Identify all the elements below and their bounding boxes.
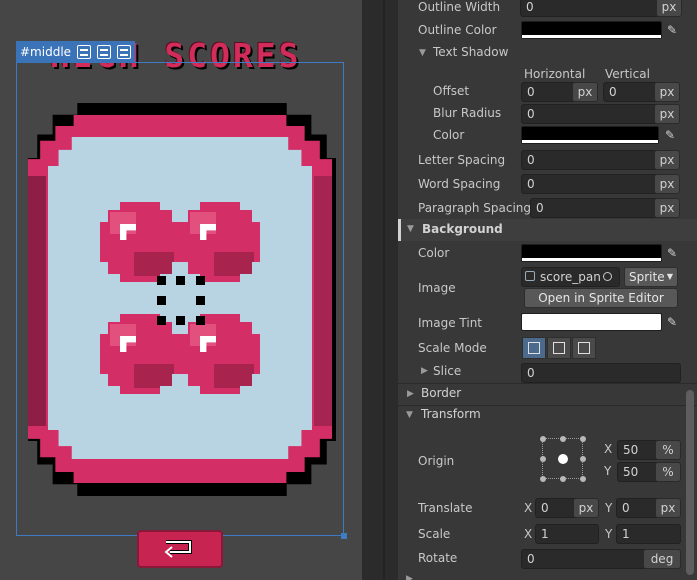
blur-radius-input[interactable]: 0 <box>521 104 661 124</box>
triangle-down-icon[interactable]: ▼ <box>419 48 426 58</box>
word-spacing-input[interactable]: 0 <box>521 174 661 194</box>
triangle-right-icon[interactable]: ▶ <box>421 366 428 376</box>
offset-vertical-input[interactable]: 0 <box>603 82 661 102</box>
translate-x-unit[interactable]: px <box>573 498 599 518</box>
triangle-right-icon: ▶ <box>407 389 414 399</box>
transform-section-label: Transform <box>421 407 481 421</box>
translate-label: Translate <box>418 501 473 515</box>
origin-label: Origin <box>418 454 455 468</box>
inspector-scrollbar[interactable] <box>686 390 694 575</box>
translate-y-unit[interactable]: px <box>655 498 681 518</box>
scale-mode-stretch-button[interactable] <box>522 337 546 359</box>
flex-direction-icon[interactable] <box>77 45 92 59</box>
eyedropper-icon[interactable]: ✎ <box>664 244 680 262</box>
origin-y-label: Y <box>604 464 612 478</box>
paragraph-spacing-unit[interactable]: px <box>654 198 680 218</box>
shadow-color-label: Color <box>433 128 465 142</box>
scale-mode-fit-button[interactable] <box>572 337 596 359</box>
justify-content-icon[interactable] <box>117 45 132 59</box>
offset-vertical-unit[interactable]: px <box>654 82 680 102</box>
origin-x-unit[interactable]: % <box>655 440 681 460</box>
scale-mode-label: Scale Mode <box>418 341 487 355</box>
outline-width-input[interactable]: 0 <box>520 0 660 17</box>
word-spacing-label: Word Spacing <box>418 177 501 191</box>
eyedropper-icon[interactable]: ✎ <box>664 313 680 331</box>
outline-color-label: Outline Color <box>418 23 497 37</box>
image-value: score_pan <box>540 270 601 284</box>
border-section-header[interactable]: ▶ Border <box>398 383 697 405</box>
origin-x-label: X <box>604 442 613 456</box>
word-spacing-unit[interactable]: px <box>654 174 680 194</box>
image-tint-swatch[interactable] <box>521 313 662 331</box>
shadow-color-swatch[interactable] <box>521 126 659 144</box>
slice-input[interactable]: 0 <box>521 363 681 383</box>
selection-tag[interactable]: #middle <box>16 41 136 63</box>
scale-x-input[interactable]: 1 <box>535 524 599 544</box>
selection-outline[interactable] <box>16 62 344 536</box>
origin-picker[interactable] <box>540 436 586 482</box>
splitter-line <box>383 0 385 580</box>
scale-y-label: Y <box>605 527 613 541</box>
outline-width-label: Outline Width <box>418 0 501 14</box>
eyedropper-icon[interactable]: ✎ <box>664 21 680 39</box>
image-tint-label: Image Tint <box>418 316 483 330</box>
chevron-down-icon: ▼ <box>666 272 673 281</box>
scale-x-label: X <box>524 527 533 541</box>
transform-section-header[interactable]: ▼ Transform <box>398 404 697 426</box>
letter-spacing-input[interactable]: 0 <box>521 150 661 170</box>
rotate-label: Rotate <box>418 551 458 565</box>
back-button[interactable] <box>137 530 223 568</box>
image-type-value: Sprite <box>629 270 665 284</box>
bg-color-swatch[interactable] <box>521 244 662 262</box>
background-section-header[interactable]: ▼ Background <box>398 219 697 241</box>
offset-horizontal-unit[interactable]: px <box>572 82 598 102</box>
resize-handle[interactable] <box>341 533 347 539</box>
eyedropper-icon[interactable]: ✎ <box>662 126 678 144</box>
rotate-unit[interactable]: deg <box>643 549 681 569</box>
background-section-label: Background <box>422 222 503 236</box>
origin-y-unit[interactable]: % <box>655 462 681 482</box>
paragraph-spacing-label: Paragraph Spacing <box>418 201 532 215</box>
paragraph-spacing-input[interactable]: 0 <box>530 198 661 218</box>
letter-spacing-unit[interactable]: px <box>654 150 680 170</box>
panel-splitter[interactable] <box>362 0 398 580</box>
text-shadow-label[interactable]: Text Shadow <box>433 45 508 59</box>
scale-label: Scale <box>418 527 451 541</box>
return-arrow-icon <box>164 540 192 558</box>
horizontal-header: Horizontal <box>524 67 586 81</box>
triangle-right-icon[interactable]: ▶ <box>406 574 413 580</box>
origin-center-dot <box>558 454 568 464</box>
slice-label: Slice <box>433 364 462 378</box>
scale-y-input[interactable]: 1 <box>616 524 681 544</box>
target-icon[interactable] <box>603 272 612 281</box>
image-type-dropdown[interactable]: Sprite ▼ <box>624 267 678 287</box>
letter-spacing-label: Letter Spacing <box>418 153 506 167</box>
align-items-icon[interactable] <box>97 45 112 59</box>
sprite-asset-icon <box>525 271 535 281</box>
translate-y-label: Y <box>605 501 613 515</box>
open-sprite-editor-button[interactable]: Open in Sprite Editor <box>524 288 678 308</box>
image-label: Image <box>418 281 456 295</box>
blur-radius-label: Blur Radius <box>433 106 502 120</box>
scale-mode-crop-button[interactable] <box>547 337 571 359</box>
selection-tag-label: #middle <box>20 45 72 59</box>
blur-radius-unit[interactable]: px <box>654 104 680 124</box>
outline-color-swatch[interactable] <box>521 21 662 39</box>
canvas-viewport[interactable]: HIGH SCORES #middle <box>0 0 362 580</box>
outline-width-unit[interactable]: px <box>656 0 682 17</box>
offset-label: Offset <box>433 84 470 98</box>
bg-color-label: Color <box>418 246 450 260</box>
vertical-header: Vertical <box>605 67 650 81</box>
translate-x-label: X <box>524 501 533 515</box>
triangle-down-icon: ▼ <box>406 410 413 420</box>
rotate-input[interactable]: 0 <box>521 549 661 569</box>
triangle-down-icon: ▼ <box>407 224 414 234</box>
border-section-label: Border <box>421 386 462 400</box>
